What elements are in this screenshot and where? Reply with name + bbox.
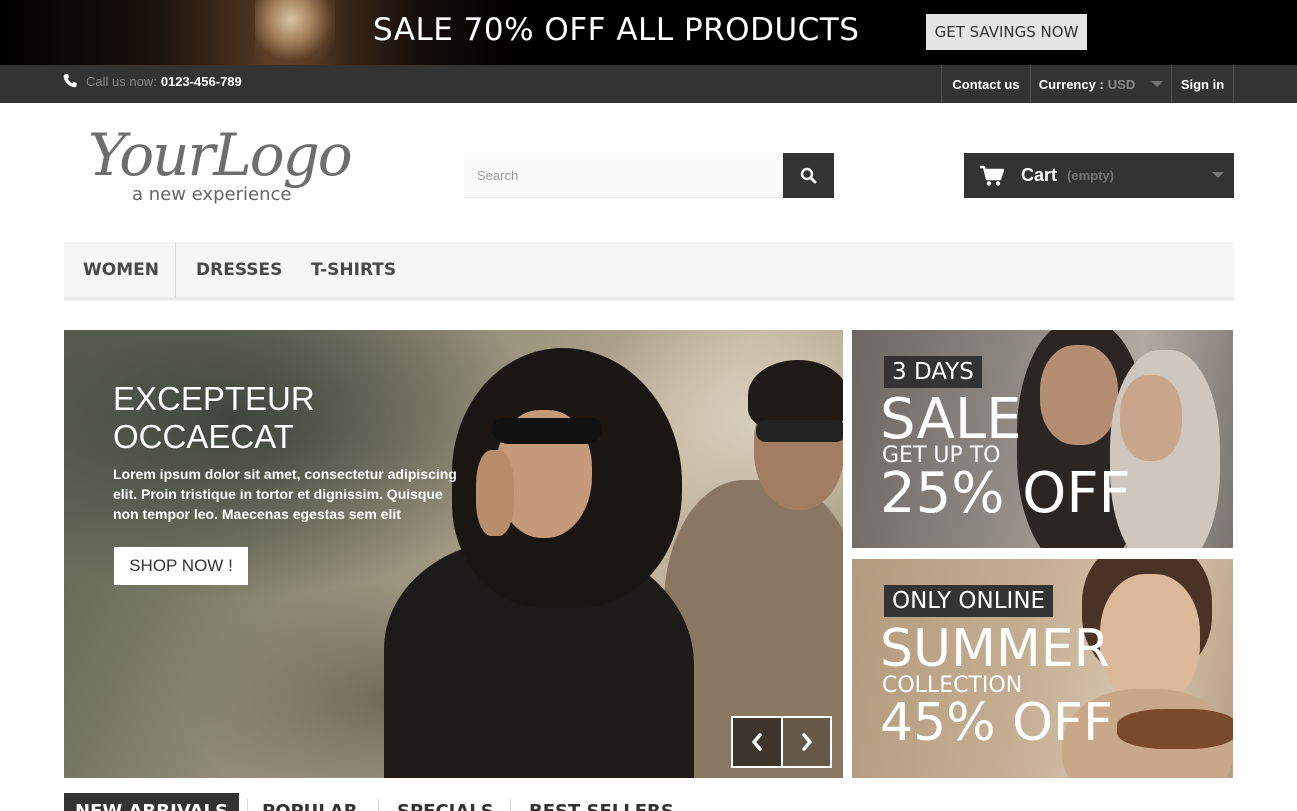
- tab-divider: [378, 799, 379, 811]
- search-form: [464, 153, 834, 198]
- menu-divider: [175, 242, 176, 297]
- call-us: Call us now: 0123-456-789: [62, 73, 242, 89]
- sign-in-link[interactable]: Sign in: [1171, 65, 1234, 103]
- homepage-slider: EXCEPTEUR OCCAECAT Lorem ipsum dolor sit…: [64, 330, 843, 778]
- promo-tile-sale[interactable]: 3 DAYS SALE GET UP TO 25% OFF: [852, 330, 1233, 548]
- slider-prev-button[interactable]: [733, 718, 782, 766]
- contact-us-link[interactable]: Contact us: [941, 65, 1030, 103]
- chevron-right-icon: [801, 733, 812, 751]
- main-menu: WOMEN DRESSES T-SHIRTS: [64, 242, 1234, 300]
- slide-photo-woman-sunglasses: [492, 418, 602, 444]
- slide-title-line-1: EXCEPTEUR: [113, 380, 315, 417]
- tile-photo-sunglasses: [1117, 709, 1233, 749]
- tab-popular[interactable]: POPULAR: [262, 793, 358, 811]
- currency-value: USD: [1107, 76, 1136, 92]
- site-logo[interactable]: YourLogo a new experience: [88, 122, 378, 212]
- tab-new-arrivals[interactable]: NEW ARRIVALS: [64, 793, 239, 811]
- phone-number: 0123-456-789: [160, 73, 242, 89]
- promo-banner-model: [255, 0, 335, 65]
- get-savings-button[interactable]: GET SAVINGS NOW: [926, 14, 1087, 50]
- promo-banner[interactable]: SALE 70% OFF ALL PRODUCTS GET SAVINGS NO…: [0, 0, 1297, 65]
- tile-photo-woman-face: [1120, 375, 1182, 461]
- menu-item-t-shirts[interactable]: T-SHIRTS: [311, 242, 396, 297]
- product-tabs: NEW ARRIVALS POPULAR SPECIALS BEST SELLE…: [64, 793, 764, 811]
- currency-label: Currency :: [1038, 76, 1104, 92]
- tab-best-sellers[interactable]: BEST SELLERS: [529, 793, 674, 811]
- slider-next-button[interactable]: [781, 718, 830, 766]
- search-icon: [800, 167, 817, 184]
- slide-title: EXCEPTEUR OCCAECAT: [113, 380, 315, 456]
- tab-divider: [247, 799, 248, 811]
- caret-down-icon: [1151, 81, 1164, 87]
- chevron-left-icon: [752, 733, 762, 751]
- menu-item-women[interactable]: WOMEN: [83, 242, 159, 297]
- tile-photo-woman-face: [1100, 574, 1200, 704]
- slide-photo-woman-hand: [476, 450, 514, 536]
- tile-discount: 25% OFF: [880, 461, 1131, 526]
- cart-status: (empty): [1067, 168, 1114, 183]
- tile-headline: SUMMER: [880, 619, 1110, 679]
- search-input[interactable]: [464, 153, 783, 198]
- tile-tag: 3 DAYS: [884, 356, 982, 388]
- cart-icon: [980, 165, 1005, 186]
- slider-controls: [731, 716, 832, 768]
- tile-discount: 45% OFF: [880, 693, 1113, 753]
- cart-button[interactable]: Cart (empty): [964, 153, 1234, 198]
- tab-specials[interactable]: SPECIALS: [397, 793, 494, 811]
- slide-title-line-2: OCCAECAT: [113, 418, 294, 455]
- logo-tagline: a new experience: [132, 184, 292, 205]
- phone-icon: [63, 74, 77, 88]
- promo-banner-text: SALE 70% OFF ALL PRODUCTS: [373, 12, 860, 48]
- slide-description: Lorem ipsum dolor sit amet, consectetur …: [113, 466, 457, 522]
- currency-selector[interactable]: Currency : USD: [1030, 65, 1171, 103]
- slide-photo-man-sunglasses: [756, 420, 843, 442]
- caret-down-icon: [1212, 172, 1224, 178]
- search-button[interactable]: [783, 153, 834, 198]
- cart-label: Cart: [1021, 165, 1058, 185]
- logo-wordmark: YourLogo: [88, 121, 353, 189]
- menu-item-dresses[interactable]: DRESSES: [196, 242, 282, 297]
- call-us-label: Call us now:: [86, 73, 157, 89]
- top-nav: Call us now: 0123-456-789 Contact us Cur…: [0, 65, 1297, 103]
- promo-tile-summer[interactable]: ONLY ONLINE SUMMER COLLECTION 45% OFF: [852, 559, 1233, 778]
- tile-photo-man-face: [1040, 345, 1118, 445]
- shop-now-button[interactable]: SHOP NOW !: [114, 547, 248, 585]
- tab-divider: [510, 799, 511, 811]
- tile-headline: SALE: [880, 387, 1022, 452]
- tile-tag: ONLY ONLINE: [884, 585, 1054, 617]
